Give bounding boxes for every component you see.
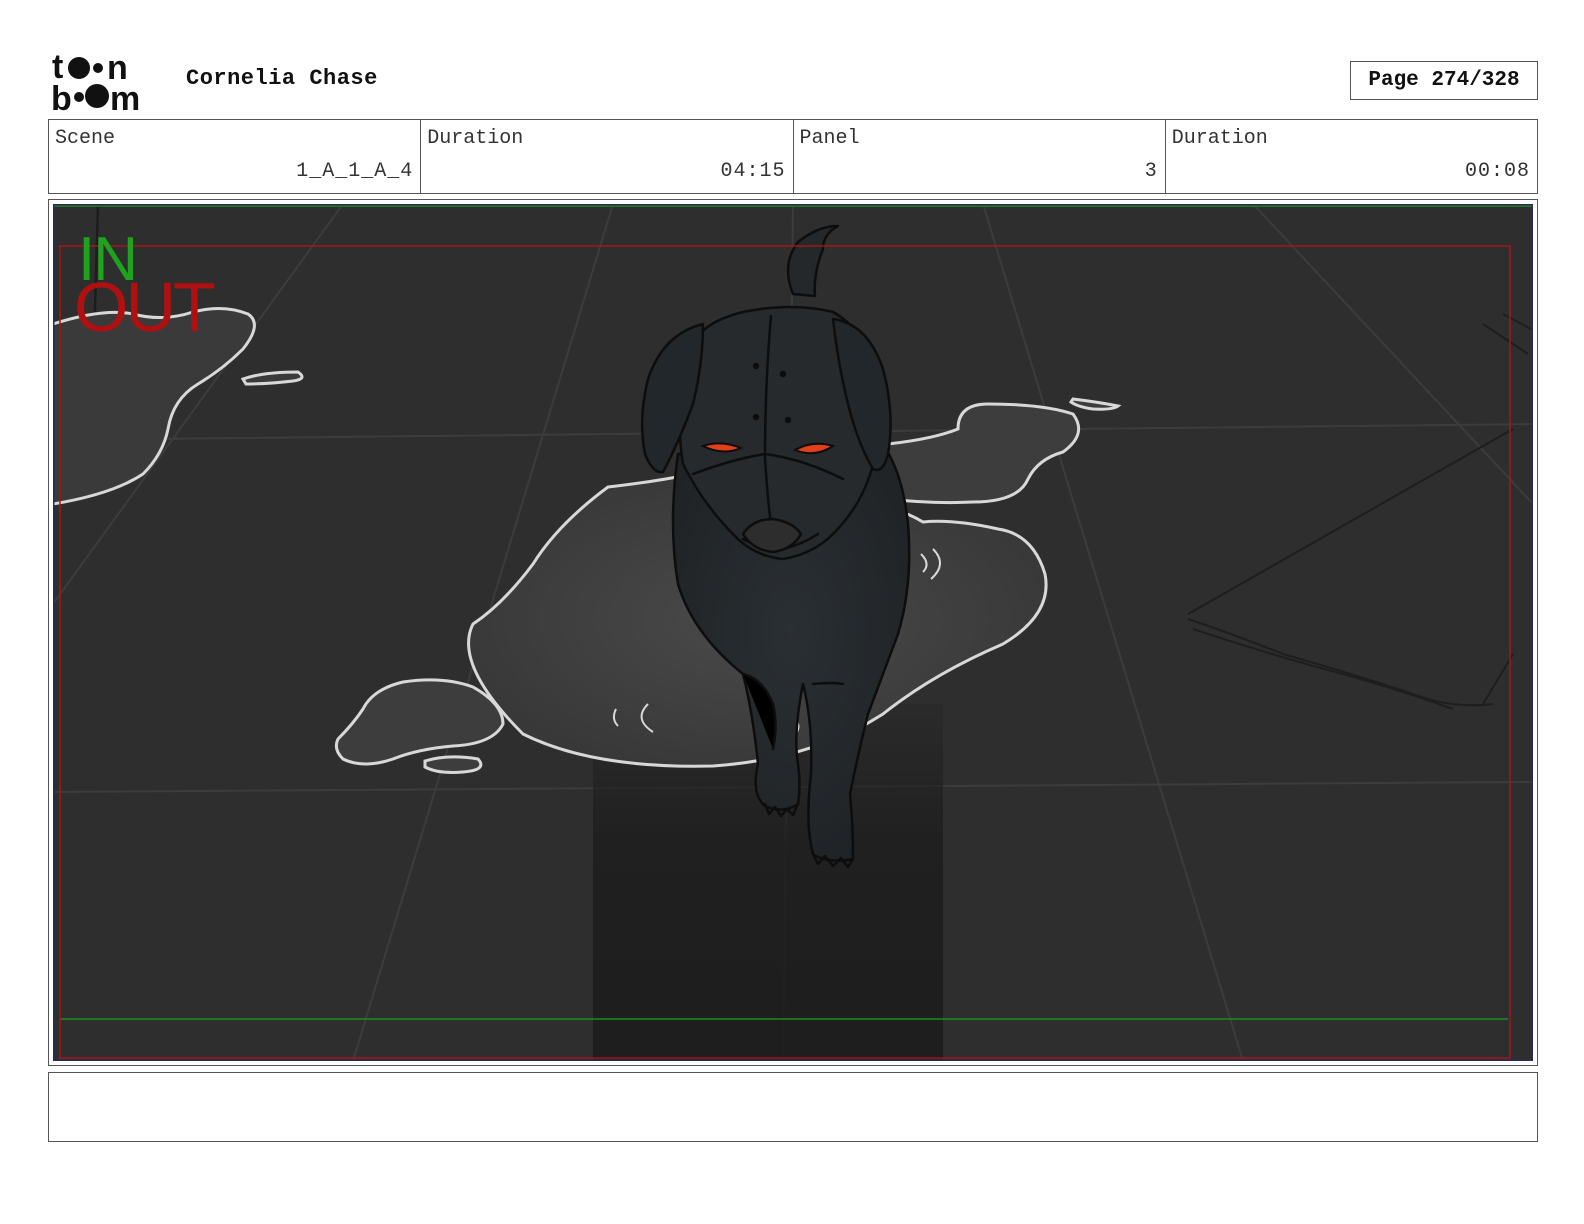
- scene-duration-label: Duration: [427, 127, 524, 150]
- toon-boom-logo: t n b m: [52, 50, 140, 112]
- scene-info-table: Scene 1_A_1_A_4 Duration 04:15 Panel 3 D…: [48, 119, 1538, 194]
- page-counter: Page 274/328: [1350, 61, 1538, 100]
- project-title: Cornelia Chase: [186, 66, 378, 91]
- panel-drawing: [53, 204, 1533, 1061]
- svg-text:b: b: [52, 80, 72, 112]
- panel-cell: Panel 3: [794, 120, 1166, 193]
- storyboard-panel: [48, 199, 1538, 1066]
- svg-text:m: m: [110, 80, 140, 112]
- panel-notes-box: [48, 1072, 1538, 1142]
- panel-duration-cell: Duration 00:08: [1166, 120, 1537, 193]
- scene-value: 1_A_1_A_4: [296, 160, 414, 183]
- scene-label: Scene: [55, 127, 116, 150]
- scene-duration-value: 04:15: [720, 160, 786, 183]
- scene-cell: Scene 1_A_1_A_4: [49, 120, 422, 193]
- panel-duration-value: 00:08: [1464, 160, 1530, 183]
- scene-duration-cell: Duration 04:15: [421, 120, 794, 193]
- panel-label: Panel: [799, 127, 860, 150]
- out-marker: OUT: [74, 268, 216, 346]
- panel-value: 3: [1144, 160, 1158, 183]
- panel-duration-label: Duration: [1171, 127, 1268, 150]
